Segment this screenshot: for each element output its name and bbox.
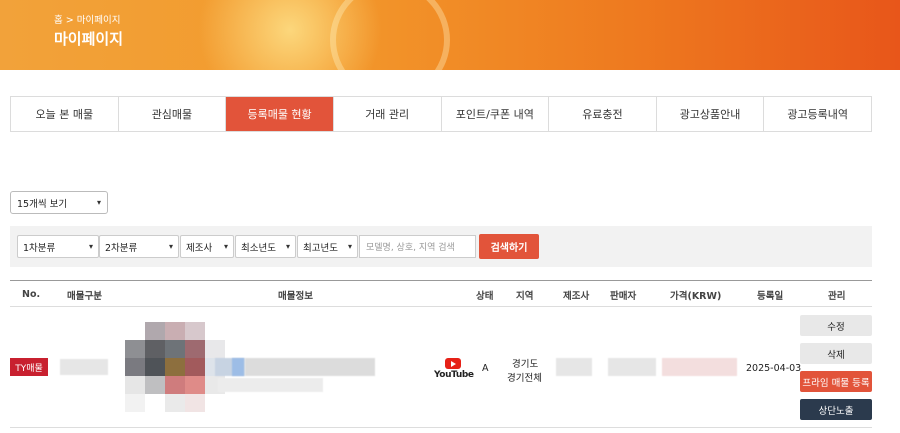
col-no: No. [22,289,41,300]
min-year-select[interactable]: 최소년도 ▾ [235,235,296,258]
tab-points-coupons[interactable]: 포인트/쿠폰 내역 [441,97,550,131]
edit-button[interactable]: 수정 [800,315,872,336]
per-page-select[interactable]: 15개씩 보기 ▾ [10,191,108,214]
maker-select[interactable]: 제조사 ▾ [180,235,234,258]
col-date: 등록일 [757,290,784,302]
youtube-icon [445,358,461,369]
max-year-select[interactable]: 최고년도 ▾ [297,235,358,258]
search-input[interactable]: 모델명, 상호, 지역 검색 [359,235,476,258]
chevron-down-icon: ▾ [88,242,93,251]
search-button[interactable]: 검색하기 [479,234,539,259]
category1-value: 1차분류 [23,242,56,254]
category2-select[interactable]: 2차분류 ▾ [99,235,179,258]
tab-ad-history[interactable]: 광고등록내역 [764,97,871,131]
max-year-value: 최고년도 [303,242,338,254]
col-type: 매물구분 [67,290,102,302]
blurred-listing-title [245,358,375,376]
youtube-label: YouTube [434,370,474,380]
tab-favorites[interactable]: 관심매물 [118,97,227,131]
page-banner: 홈 > 마이페이지 마이페이지 [0,0,900,70]
mypage-tabs: 오늘 본 매물 관심매물 등록매물 현황 거래 관리 포인트/쿠폰 내역 유료충… [10,96,872,132]
blurred-listing-subtitle [218,378,323,392]
chevron-down-icon: ▾ [96,198,101,207]
col-manage: 관리 [828,290,846,302]
category2-value: 2차분류 [105,242,138,254]
blurred-maker [556,358,592,376]
listing-type-badge: TY매물 [10,358,48,376]
page-title: 마이페이지 [54,30,124,48]
prime-register-button[interactable]: 프라임 매물 등록 [800,371,872,392]
blurred-price [662,358,737,376]
col-status: 상태 [476,290,494,302]
category1-select[interactable]: 1차분류 ▾ [17,235,99,258]
tab-ad-products[interactable]: 광고상품안내 [656,97,765,131]
blurred-seller [608,358,656,376]
listing-thumbnail[interactable] [125,322,225,412]
blurred-listing-info-accent [232,358,244,376]
tab-transactions[interactable]: 거래 관리 [333,97,442,131]
col-region: 지역 [516,290,534,302]
col-seller: 판매자 [610,290,637,302]
chevron-down-icon: ▾ [168,242,173,251]
min-year-value: 최소년도 [241,242,276,254]
youtube-link[interactable]: YouTube [434,358,474,380]
col-maker: 제조사 [563,290,590,302]
chevron-down-icon: ▾ [347,242,352,251]
tab-paid-charge[interactable]: 유료충전 [549,97,657,131]
per-page-value: 15개씩 보기 [17,198,68,210]
listing-region-province: 경기도 [512,359,539,370]
col-price: 가격(KRW) [670,290,722,302]
tab-registered-listings[interactable]: 등록매물 현황 [226,97,334,131]
chevron-down-icon: ▾ [223,242,228,251]
delete-button[interactable]: 삭제 [800,343,872,364]
tab-recently-viewed[interactable]: 오늘 본 매물 [11,97,119,131]
filter-bar: 1차분류 ▾ 2차분류 ▾ 제조사 ▾ 최소년도 ▾ 최고년도 ▾ 모델명, 상호, 지역… [10,226,872,267]
listing-date: 2025-04-03 [746,363,802,374]
listing-region-area: 경기전체 [507,373,542,384]
listing-status: A [482,363,489,374]
top-exposure-button[interactable]: 상단노출 [800,399,872,420]
chevron-down-icon: ▾ [285,242,290,251]
col-info: 매물정보 [278,290,313,302]
table-header: No. 매물구분 매물정보 상태 지역 제조사 판매자 가격(KRW) 등록일 … [10,280,872,307]
table-row[interactable]: TY매물 YouTube A 경기도 경기전체 2025-04-03 수정 삭제… [10,308,872,428]
blurred-listing-category [60,359,108,375]
maker-value: 제조사 [186,242,213,254]
banner-decoration-ring [330,0,450,70]
breadcrumb[interactable]: 홈 > 마이페이지 [54,12,120,26]
